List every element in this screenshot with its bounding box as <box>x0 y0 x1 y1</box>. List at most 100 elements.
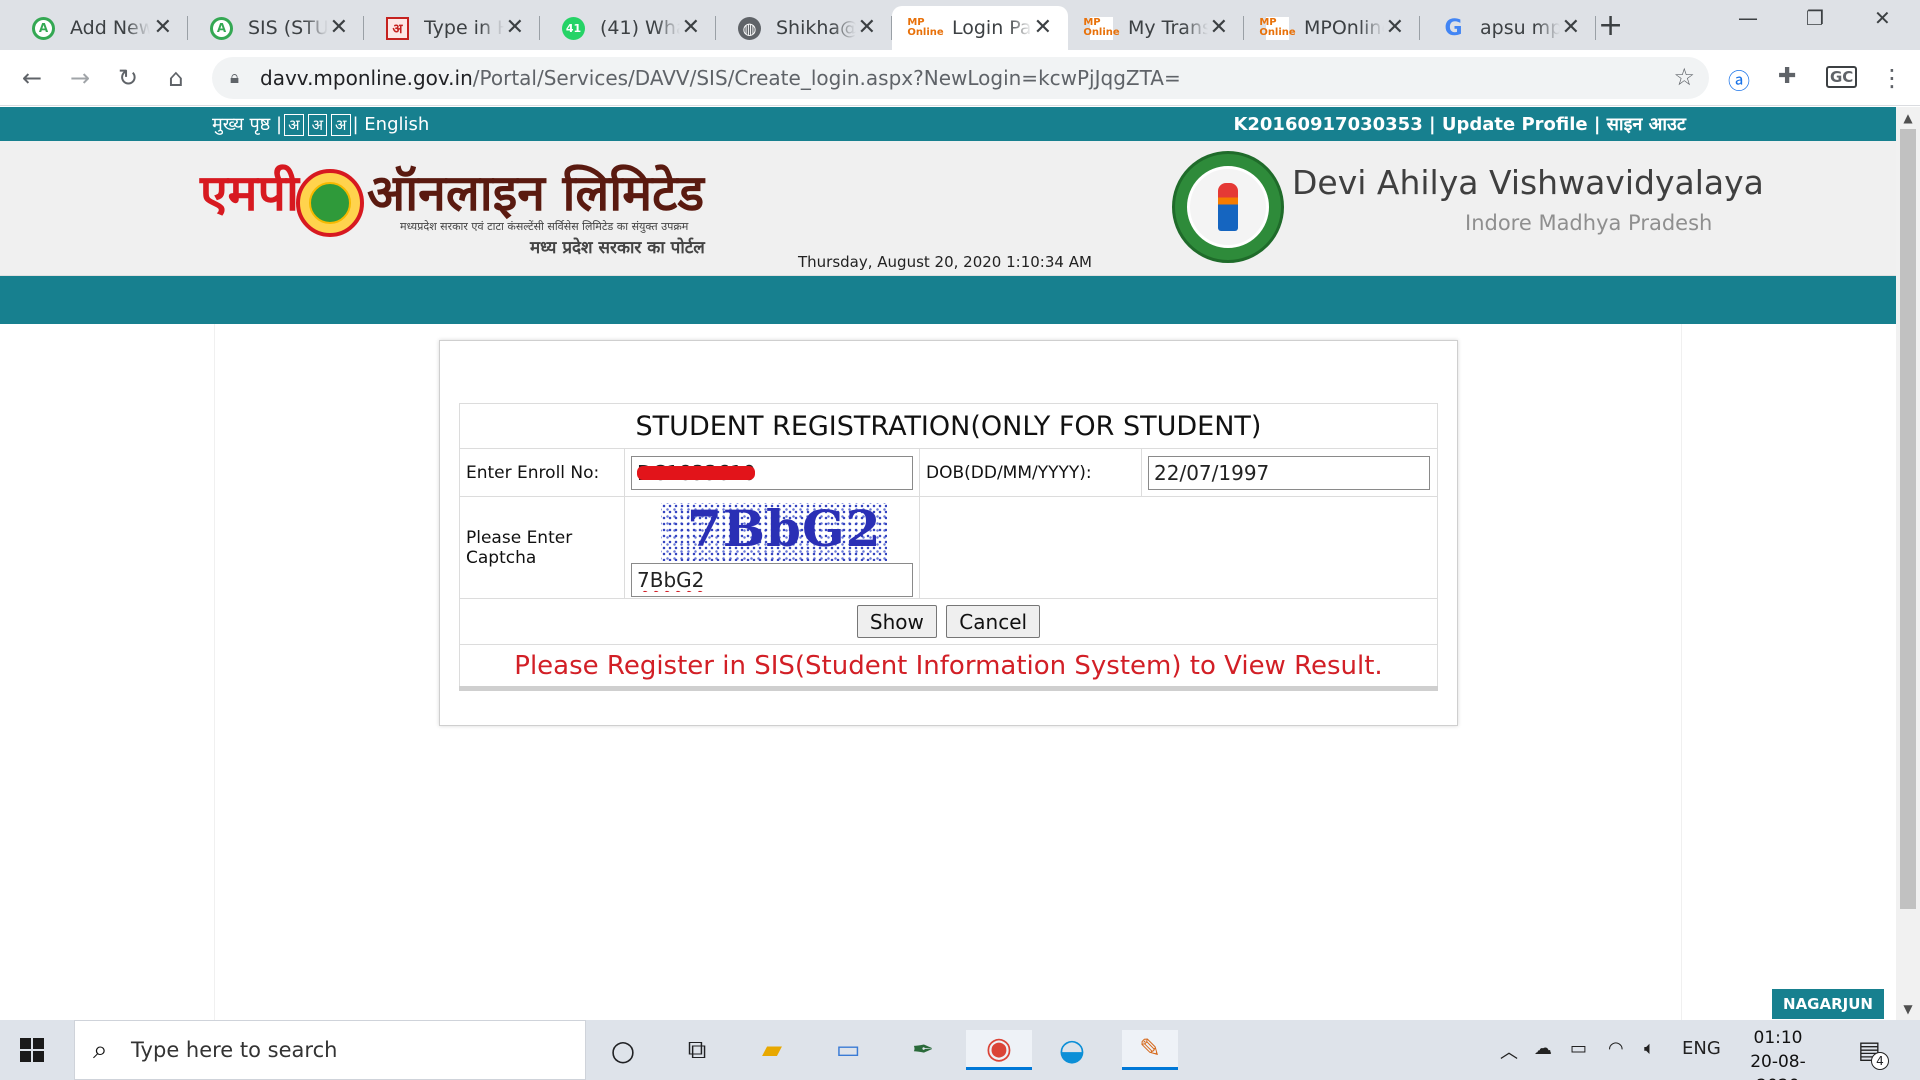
url-text[interactable]: davv.mponline.gov.in/Portal/Services/DAV… <box>260 66 1181 90</box>
font-size-normal[interactable]: अ <box>307 114 328 136</box>
feather-app-icon[interactable]: ✒ <box>901 1030 945 1070</box>
gc-extension-icon[interactable]: GC <box>1826 66 1858 88</box>
tab-login-page[interactable]: MPOnline Login Pag ✕ <box>892 6 1068 50</box>
clock-time: 01:10 <box>1753 1028 1803 1048</box>
server-datetime: Thursday, August 20, 2020 1:10:34 AM <box>798 253 1092 271</box>
register-message: Please Register in SIS(Student Informati… <box>459 644 1438 691</box>
logo-small-tagline: मध्यप्रदेश सरकार एवं टाटा कंसल्टेंसी सर्… <box>400 220 689 233</box>
volume-icon[interactable]: 🔈︎ <box>1644 1038 1655 1059</box>
tab-my-transactions[interactable]: MPOnline My Transa ✕ <box>1068 6 1244 50</box>
tab-type-in-hindi[interactable]: अ Type in Hi ✕ <box>364 6 540 50</box>
close-tab-icon[interactable]: ✕ <box>154 17 172 39</box>
menu-kebab-icon[interactable]: ⋮ <box>1880 64 1904 92</box>
tray-chevron-icon[interactable]: ︿ <box>1500 1038 1518 1064</box>
scroll-down-icon[interactable]: ▼ <box>1896 998 1920 1020</box>
close-tab-icon[interactable]: ✕ <box>506 17 524 39</box>
notification-count: 4 <box>1871 1052 1889 1070</box>
extension-a-icon[interactable]: ⓐ <box>1728 64 1750 96</box>
scroll-thumb[interactable] <box>1900 129 1916 909</box>
mponline-logo[interactable]: एमपी ऑनलाइन लिमिटेड मध्यप्रदेश सरकार एवं… <box>200 163 740 273</box>
portal-nav-bar <box>0 276 1896 324</box>
mp-emblem-icon <box>296 169 364 237</box>
logo-red-word: एमपी <box>200 163 299 222</box>
computer-icon[interactable]: ▭ <box>826 1030 870 1070</box>
show-button[interactable]: Show <box>856 605 937 638</box>
enroll-label: Enter Enroll No: <box>459 448 625 497</box>
font-size-small[interactable]: अ <box>284 114 304 136</box>
cortana-icon[interactable]: ○ <box>601 1030 645 1070</box>
taskbar-search-box[interactable]: ⌕ Type here to search <box>74 1020 586 1080</box>
forward-arrow-icon[interactable]: → <box>60 58 100 98</box>
mponline-icon: MP Online <box>1083 16 1120 40</box>
captcha-input[interactable] <box>631 562 913 597</box>
lock-icon[interactable]: 🔒︎ <box>230 68 239 88</box>
cancel-button[interactable]: Cancel <box>946 605 1041 638</box>
system-clock[interactable]: 01:10 20-08-2020 <box>1730 1026 1826 1080</box>
university-seal-icon <box>1172 151 1284 263</box>
window-close-icon[interactable]: ✕ <box>1874 6 1891 30</box>
font-size-large[interactable]: अ <box>331 114 351 136</box>
green-logo-icon: A <box>32 16 55 40</box>
logo-dark-word: ऑनलाइन लिमिटेड <box>367 163 705 222</box>
reload-icon[interactable]: ↻ <box>108 58 148 98</box>
home-icon[interactable]: ⌂ <box>156 58 196 98</box>
page-scrollbar[interactable]: ▲ ▼ <box>1896 107 1920 1020</box>
tab-sis-stud[interactable]: A SIS (STUD ✕ <box>188 6 364 50</box>
tab-whatsapp[interactable]: 41 (41) What ✕ <box>540 6 716 50</box>
university-name: Devi Ahilya Vishwavidyalaya <box>1292 163 1764 202</box>
extensions-puzzle-icon[interactable]: ✚ <box>1778 64 1796 89</box>
windows-taskbar: ⌕ Type here to search ○ ⧉ ▰ ▭ ✒ ◉ ◒ ✎ ︿ … <box>0 1020 1920 1080</box>
mponline-icon: MP Online <box>1259 16 1296 40</box>
close-tab-icon[interactable]: ✕ <box>1034 17 1052 39</box>
file-explorer-icon[interactable]: ▰ <box>750 1030 794 1070</box>
logo-tagline: मध्य प्रदेश सरकार का पोर्टल <box>530 238 705 258</box>
enroll-input[interactable] <box>631 455 913 490</box>
registration-form: STUDENT REGISTRATION(ONLY FOR STUDENT) E… <box>459 403 1438 691</box>
form-heading: STUDENT REGISTRATION(ONLY FOR STUDENT) <box>459 403 1438 449</box>
new-tab-plus-icon[interactable]: + <box>1598 8 1623 43</box>
tab-shikha[interactable]: ◍ Shikha@1 ✕ <box>716 6 892 50</box>
english-link[interactable]: English <box>364 114 429 135</box>
windows-start-icon[interactable] <box>20 1038 44 1062</box>
address-bar[interactable]: 🔒︎ davv.mponline.gov.in/Portal/Services/… <box>212 57 1709 99</box>
input-language[interactable]: ENG <box>1682 1038 1721 1059</box>
mponline-icon: MP Online <box>907 16 944 40</box>
topbar-right-links: K20160917030353 | Update Profile | साइन … <box>1233 114 1686 135</box>
whatsapp-icon: 41 <box>562 16 585 40</box>
minimize-icon[interactable]: — <box>1738 6 1758 30</box>
close-tab-icon[interactable]: ✕ <box>1562 17 1580 39</box>
close-tab-icon[interactable]: ✕ <box>858 17 876 39</box>
restore-icon[interactable]: ❐ <box>1806 6 1824 30</box>
close-tab-icon[interactable]: ✕ <box>1386 17 1404 39</box>
edge-icon[interactable]: ◒ <box>1050 1030 1094 1070</box>
chrome-icon[interactable]: ◉ <box>966 1030 1032 1070</box>
close-tab-icon[interactable]: ✕ <box>682 17 700 39</box>
captcha-image: 7BbG2 <box>661 502 887 561</box>
page-viewport: मुख्य पृष्ठ | अ अ अ | English K2016091703035… <box>0 107 1896 1020</box>
hindi-letter-icon: अ <box>386 16 409 40</box>
university-location: Indore Madhya Pradesh <box>1465 211 1713 235</box>
close-tab-icon[interactable]: ✕ <box>1210 17 1228 39</box>
home-link[interactable]: मुख्य पृष्ठ <box>212 114 270 135</box>
browser-tab-strip: A Add New ✕ A SIS (STUD ✕ अ Type in Hi ✕… <box>0 0 1920 50</box>
bookmark-star-icon[interactable]: ☆ <box>1673 63 1695 91</box>
scroll-up-icon[interactable]: ▲ <box>1896 107 1920 129</box>
wifi-icon[interactable]: ◠ <box>1608 1038 1624 1059</box>
captcha-cell: 7BbG2 <box>624 496 920 599</box>
close-tab-icon[interactable]: ✕ <box>330 17 348 39</box>
dob-input[interactable] <box>1148 455 1430 490</box>
user-id: K20160917030353 <box>1233 114 1423 135</box>
task-view-icon[interactable]: ⧉ <box>675 1030 719 1070</box>
tab-google-search[interactable]: G apsu mpo ✕ <box>1420 6 1596 50</box>
battery-icon[interactable]: ▭ <box>1570 1038 1587 1059</box>
watermark-badge: NAGARJUN <box>1772 989 1884 1019</box>
sign-out-link[interactable]: साइन आउट <box>1607 114 1686 135</box>
enroll-cell <box>624 448 920 497</box>
onedrive-icon[interactable]: ☁ <box>1534 1038 1552 1059</box>
update-profile-link[interactable]: Update Profile <box>1442 114 1588 135</box>
portal-top-bar: मुख्य पृष्ठ | अ अ अ | English K2016091703035… <box>0 107 1896 141</box>
back-arrow-icon[interactable]: ← <box>12 58 52 98</box>
tab-mponline[interactable]: MPOnline MPOnline ✕ <box>1244 6 1420 50</box>
paint-icon[interactable]: ✎ <box>1122 1030 1178 1070</box>
tab-add-new[interactable]: A Add New ✕ <box>10 6 188 50</box>
